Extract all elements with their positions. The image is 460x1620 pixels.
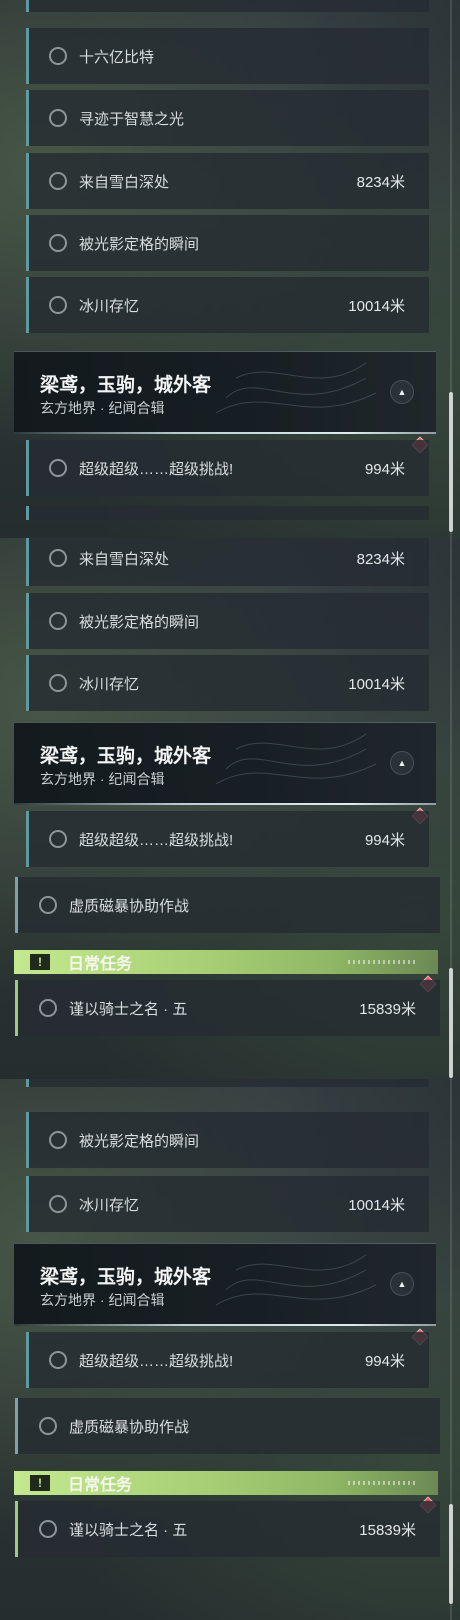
topo-pattern	[216, 362, 376, 414]
circle-outline-icon	[49, 172, 67, 190]
quest-name: 虚质磁暴协助作战	[69, 897, 190, 915]
quest-name: 被光影定格的瞬间	[79, 613, 200, 631]
circle-outline-icon	[49, 109, 67, 127]
banner-decoration	[348, 960, 418, 964]
quest-distance: 994米	[364, 1352, 405, 1370]
circle-outline-icon	[49, 612, 67, 630]
quest-distance: 10014米	[348, 1196, 405, 1214]
quest-distance: 8234米	[356, 550, 405, 568]
quest-row[interactable]: 被光影定格的瞬间	[26, 593, 429, 649]
chevron-up-icon[interactable]: ▲	[390, 1272, 414, 1296]
daily-quest-title: 日常任务	[68, 1477, 133, 1494]
circle-outline-icon	[49, 549, 67, 567]
group-subtitle: 玄方地界 · 纪闻合辑	[40, 400, 165, 416]
quest-name: 超级超级……超级挑战!	[79, 1352, 234, 1370]
quest-row[interactable]: 被光影定格的瞬间	[26, 1112, 429, 1168]
quest-row-partial[interactable]	[26, 1079, 429, 1087]
quest-row-partial[interactable]	[26, 506, 429, 520]
scrollbar-thumb[interactable]	[449, 392, 453, 532]
quest-name: 冰川存忆	[79, 1196, 140, 1214]
quest-name: 被光影定格的瞬间	[79, 1132, 200, 1150]
quest-distance: 15839米	[359, 1000, 416, 1018]
quest-distance: 994米	[364, 831, 405, 849]
quest-name: 寻迹于智慧之光	[79, 110, 185, 128]
quest-name: 冰川存忆	[79, 675, 140, 693]
chevron-up-icon[interactable]: ▲	[390, 380, 414, 404]
circle-outline-icon	[39, 896, 57, 914]
quest-name: 来自雪白深处	[79, 550, 170, 568]
group-title: 梁鸢，玉驹，城外客	[40, 375, 212, 396]
banner-decoration	[348, 1481, 418, 1485]
scrollbar-thumb[interactable]	[449, 1504, 453, 1604]
quest-name: 被光影定格的瞬间	[79, 235, 200, 253]
circle-outline-icon	[39, 1520, 57, 1538]
circle-outline-icon	[49, 234, 67, 252]
circle-outline-icon	[49, 1195, 67, 1213]
quest-row[interactable]: 冰川存忆 10014米	[26, 655, 429, 711]
circle-outline-icon	[39, 999, 57, 1017]
quest-name: 十六亿比特	[79, 48, 155, 66]
quest-distance: 10014米	[348, 675, 405, 693]
group-subtitle: 玄方地界 · 纪闻合辑	[40, 1292, 165, 1308]
quest-list-panel-1: 十六亿比特 寻迹于智慧之光 来自雪白深处 8234米 被光影定格的瞬间 冰川存忆…	[0, 0, 460, 538]
quest-name: 谨以骑士之名 · 五	[69, 1000, 188, 1018]
quest-group-header[interactable]: 梁鸢，玉驹，城外客 玄方地界 · 纪闻合辑 ▲	[14, 722, 436, 805]
circle-outline-icon	[49, 674, 67, 692]
circle-outline-icon	[49, 1351, 67, 1369]
circle-outline-icon	[49, 459, 67, 477]
exclamation-box-icon: !	[30, 1475, 50, 1491]
quest-distance: 15839米	[359, 1521, 416, 1539]
quest-row[interactable]: 超级超级……超级挑战! 994米	[26, 440, 429, 496]
quest-group-header[interactable]: 梁鸢，玉驹，城外客 玄方地界 · 纪闻合辑 ▲	[14, 1243, 436, 1326]
daily-quest-header[interactable]: ! 日常任务	[14, 1471, 438, 1495]
quest-name: 虚质磁暴协助作战	[69, 1418, 190, 1436]
topo-pattern	[216, 1254, 376, 1306]
circle-outline-icon	[49, 830, 67, 848]
quest-row[interactable]: 寻迹于智慧之光	[26, 90, 429, 146]
quest-name: 冰川存忆	[79, 297, 140, 315]
circle-outline-icon	[39, 1417, 57, 1435]
quest-row[interactable]: 超级超级……超级挑战! 994米	[26, 811, 429, 867]
quest-list-panel-2: 来自雪白深处 8234米 被光影定格的瞬间 冰川存忆 10014米 梁鸢，玉驹，…	[0, 538, 460, 1079]
quest-name: 超级超级……超级挑战!	[79, 460, 234, 478]
quest-distance: 8234米	[356, 173, 405, 191]
quest-row[interactable]: 冰川存忆 10014米	[26, 277, 429, 333]
circle-outline-icon	[49, 296, 67, 314]
quest-row[interactable]: 被光影定格的瞬间	[26, 215, 429, 271]
quest-row[interactable]: 十六亿比特	[26, 28, 429, 84]
quest-row[interactable]: 来自雪白深处 8234米	[26, 153, 429, 209]
quest-distance: 994米	[364, 460, 405, 478]
daily-quest-header[interactable]: ! 日常任务	[14, 950, 438, 974]
circle-outline-icon	[49, 47, 67, 65]
topo-pattern	[216, 733, 376, 785]
quest-group-header[interactable]: 梁鸢，玉驹，城外客 玄方地界 · 纪闻合辑 ▲	[14, 351, 436, 434]
quest-distance: 10014米	[348, 297, 405, 315]
quest-row-partial[interactable]	[26, 0, 429, 12]
quest-row[interactable]: 超级超级……超级挑战! 994米	[26, 1332, 429, 1388]
chevron-up-icon[interactable]: ▲	[390, 751, 414, 775]
quest-row[interactable]: 虚质磁暴协助作战	[15, 877, 440, 933]
quest-name: 谨以骑士之名 · 五	[69, 1521, 188, 1539]
quest-row[interactable]: 来自雪白深处 8234米	[26, 538, 429, 586]
group-title: 梁鸢，玉驹，城外客	[40, 1267, 212, 1288]
group-subtitle: 玄方地界 · 纪闻合辑	[40, 771, 165, 787]
group-title: 梁鸢，玉驹，城外客	[40, 746, 212, 767]
quest-row[interactable]: 谨以骑士之名 · 五 15839米	[15, 980, 440, 1036]
quest-name: 来自雪白深处	[79, 173, 170, 191]
scrollbar-thumb[interactable]	[449, 968, 453, 1078]
quest-row[interactable]: 虚质磁暴协助作战	[15, 1398, 440, 1454]
exclamation-box-icon: !	[30, 954, 50, 970]
quest-row[interactable]: 谨以骑士之名 · 五 15839米	[15, 1501, 440, 1557]
daily-quest-title: 日常任务	[68, 956, 133, 973]
quest-row[interactable]: 冰川存忆 10014米	[26, 1176, 429, 1232]
circle-outline-icon	[49, 1131, 67, 1149]
quest-name: 超级超级……超级挑战!	[79, 831, 234, 849]
quest-list-panel-3: 被光影定格的瞬间 冰川存忆 10014米 梁鸢，玉驹，城外客 玄方地界 · 纪闻…	[0, 1079, 460, 1620]
